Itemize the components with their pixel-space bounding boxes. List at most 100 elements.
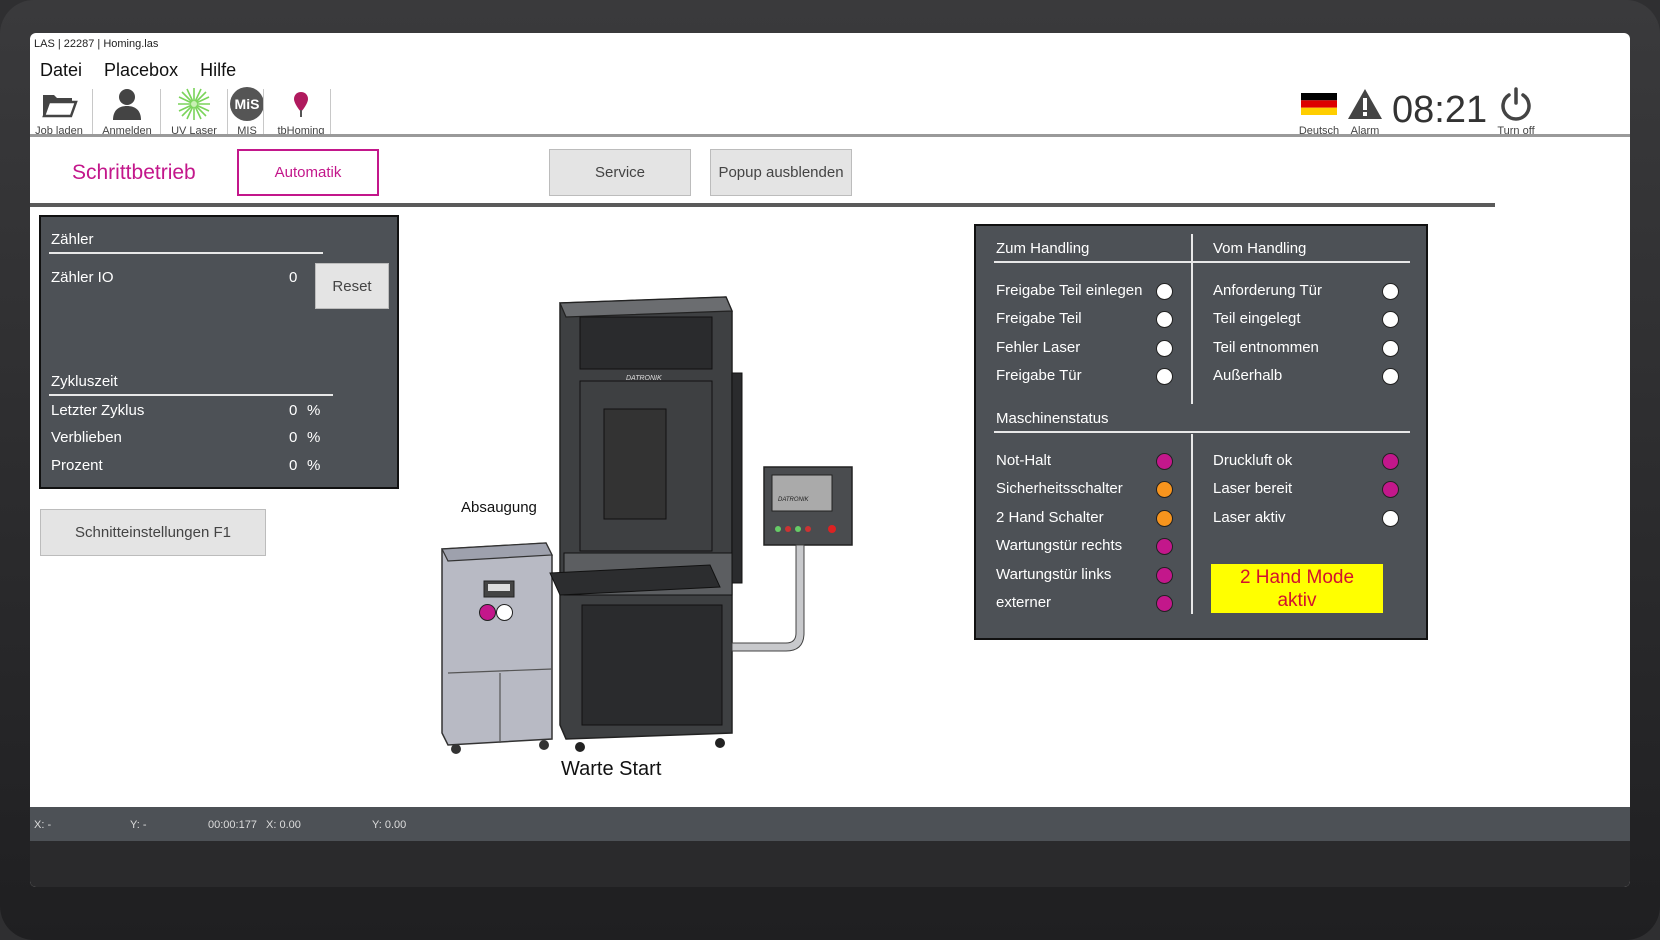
status-left-indicator (1156, 453, 1173, 470)
status-right-indicator (1382, 481, 1399, 498)
zaehler-title: Zähler (51, 231, 94, 248)
vom-item-label: Anforderung Tür (1213, 282, 1322, 299)
zum-item-indicator (1156, 340, 1173, 357)
status-left-indicator (1156, 567, 1173, 584)
laser-machine-illustration: DATRONIK DATRONIK (441, 296, 853, 754)
zum-item-indicator (1156, 283, 1173, 300)
verblieben-value: 0 (289, 429, 298, 446)
status-right-indicator (1382, 510, 1399, 527)
status-y2: Y: 0.00 (372, 819, 407, 831)
status-right-indicator (1382, 453, 1399, 470)
absaugung-status-dot-2 (496, 604, 513, 621)
svg-text:MiS: MiS (235, 96, 260, 112)
status-y1: Y: - (130, 819, 147, 831)
handling-underline (994, 261, 1410, 263)
status-time: 00:00:177 (208, 819, 257, 831)
status-left-indicator (1156, 538, 1173, 555)
popup-ausblenden-button[interactable]: Popup ausblenden (710, 149, 852, 196)
menu-datei[interactable]: Datei (40, 60, 82, 81)
clock-display: 08:21 (1392, 89, 1488, 131)
maschinenstatus-underline (994, 431, 1410, 433)
zaehler-underline (49, 252, 323, 254)
warning-triangle-icon (1330, 85, 1400, 123)
automatik-button[interactable]: Automatik (237, 149, 379, 196)
status-left-indicator (1156, 595, 1173, 612)
verblieben-unit: % (307, 429, 321, 446)
zum-item-label: Freigabe Teil (996, 310, 1082, 327)
counter-panel: Zähler Zähler IO 0 Reset Zykluszeit Letz… (39, 215, 399, 489)
status-right-label: Laser aktiv (1213, 509, 1286, 526)
two-hand-mode-banner: 2 Hand Mode aktiv (1211, 564, 1383, 613)
status-left-label: 2 Hand Schalter (996, 509, 1104, 526)
panel-brand-label: DATRONIK (778, 497, 810, 503)
letzter-zyklus-value: 0 (289, 402, 298, 419)
toolbar-separator (263, 89, 264, 137)
bottom-bar (30, 841, 1630, 887)
two-hand-mode-line2: aktiv (1277, 590, 1317, 611)
alarm-button[interactable]: Alarm (1330, 85, 1400, 141)
vom-item-indicator (1382, 311, 1399, 328)
status-x1: X: - (34, 819, 52, 831)
zum-handling-title: Zum Handling (996, 240, 1090, 257)
zaehler-io-label: Zähler IO (51, 269, 114, 286)
app-window: LAS | 22287 | Homing.las Datei Placebox … (30, 33, 1630, 887)
absaugung-unit (441, 542, 553, 754)
vom-handling-title: Vom Handling (1213, 240, 1307, 257)
vom-item-indicator (1382, 340, 1399, 357)
toolbar-divider (30, 134, 1630, 137)
status-left-label: Not-Halt (996, 452, 1052, 469)
prozent-unit: % (307, 457, 321, 474)
power-icon (1481, 85, 1551, 123)
handling-column-divider (1191, 234, 1193, 404)
letzter-zyklus-label: Letzter Zyklus (51, 402, 145, 419)
control-panel-arm: DATRONIK (731, 466, 853, 652)
zum-item-indicator (1156, 368, 1173, 385)
zaehler-io-value: 0 (289, 269, 298, 286)
menu-hilfe[interactable]: Hilfe (200, 60, 236, 81)
zykluszeit-underline (49, 394, 333, 396)
zum-item-label: Freigabe Teil einlegen (996, 282, 1143, 299)
job-laden-button[interactable]: Job laden (30, 85, 94, 141)
reset-button[interactable]: Reset (315, 263, 389, 309)
status-x2: X: 0.00 (266, 819, 301, 831)
vom-item-label: Teil eingelegt (1213, 310, 1301, 327)
mode-title: Schrittbetrieb (72, 161, 196, 184)
status-column-divider (1191, 434, 1193, 614)
anmelden-button[interactable]: Anmelden (92, 85, 162, 141)
tbhoming-button[interactable]: tbHoming (266, 85, 336, 141)
location-pin-icon (266, 85, 336, 123)
vom-item-label: Teil entnommen (1213, 339, 1319, 356)
zum-item-label: Fehler Laser (996, 339, 1081, 356)
handling-panel: Zum Handling Vom Handling Freigabe Teil … (974, 224, 1428, 640)
status-bar: X: - Y: - 00:00:177 X: 0.00 Y: 0.00 (30, 807, 1630, 841)
vom-item-indicator (1382, 368, 1399, 385)
menu-placebox[interactable]: Placebox (104, 60, 178, 81)
toolbar-separator (330, 89, 331, 137)
absaugung-status-dot-1 (479, 604, 496, 621)
prozent-value: 0 (289, 457, 298, 474)
laser-cabinet: DATRONIK (549, 296, 743, 752)
zum-item-indicator (1156, 311, 1173, 328)
letzter-zyklus-unit: % (307, 402, 321, 419)
status-left-label: Wartungstür rechts (996, 537, 1123, 554)
prozent-label: Prozent (51, 457, 103, 474)
user-icon (92, 85, 162, 123)
vom-item-label: Außerhalb (1213, 367, 1283, 384)
status-left-label: Wartungstür links (996, 566, 1112, 583)
verblieben-label: Verblieben (51, 429, 122, 446)
status-left-indicator (1156, 481, 1173, 498)
status-right-label: Laser bereit (1213, 480, 1293, 497)
vom-item-indicator (1382, 283, 1399, 300)
window-title: LAS | 22287 | Homing.las (34, 38, 159, 50)
zum-item-label: Freigabe Tür (996, 367, 1082, 384)
maschinenstatus-title: Maschinenstatus (996, 410, 1109, 427)
schnitteinstellungen-button[interactable]: Schnitteinstellungen F1 (40, 509, 266, 556)
machine-status-text: Warte Start (561, 758, 662, 780)
section-divider (30, 203, 1495, 207)
two-hand-mode-line1: 2 Hand Mode (1239, 567, 1355, 588)
zykluszeit-title: Zykluszeit (51, 373, 118, 390)
status-left-label: externer (996, 594, 1052, 611)
status-left-indicator (1156, 510, 1173, 527)
turn-off-button[interactable]: Turn off (1481, 85, 1551, 141)
service-button[interactable]: Service (549, 149, 691, 196)
